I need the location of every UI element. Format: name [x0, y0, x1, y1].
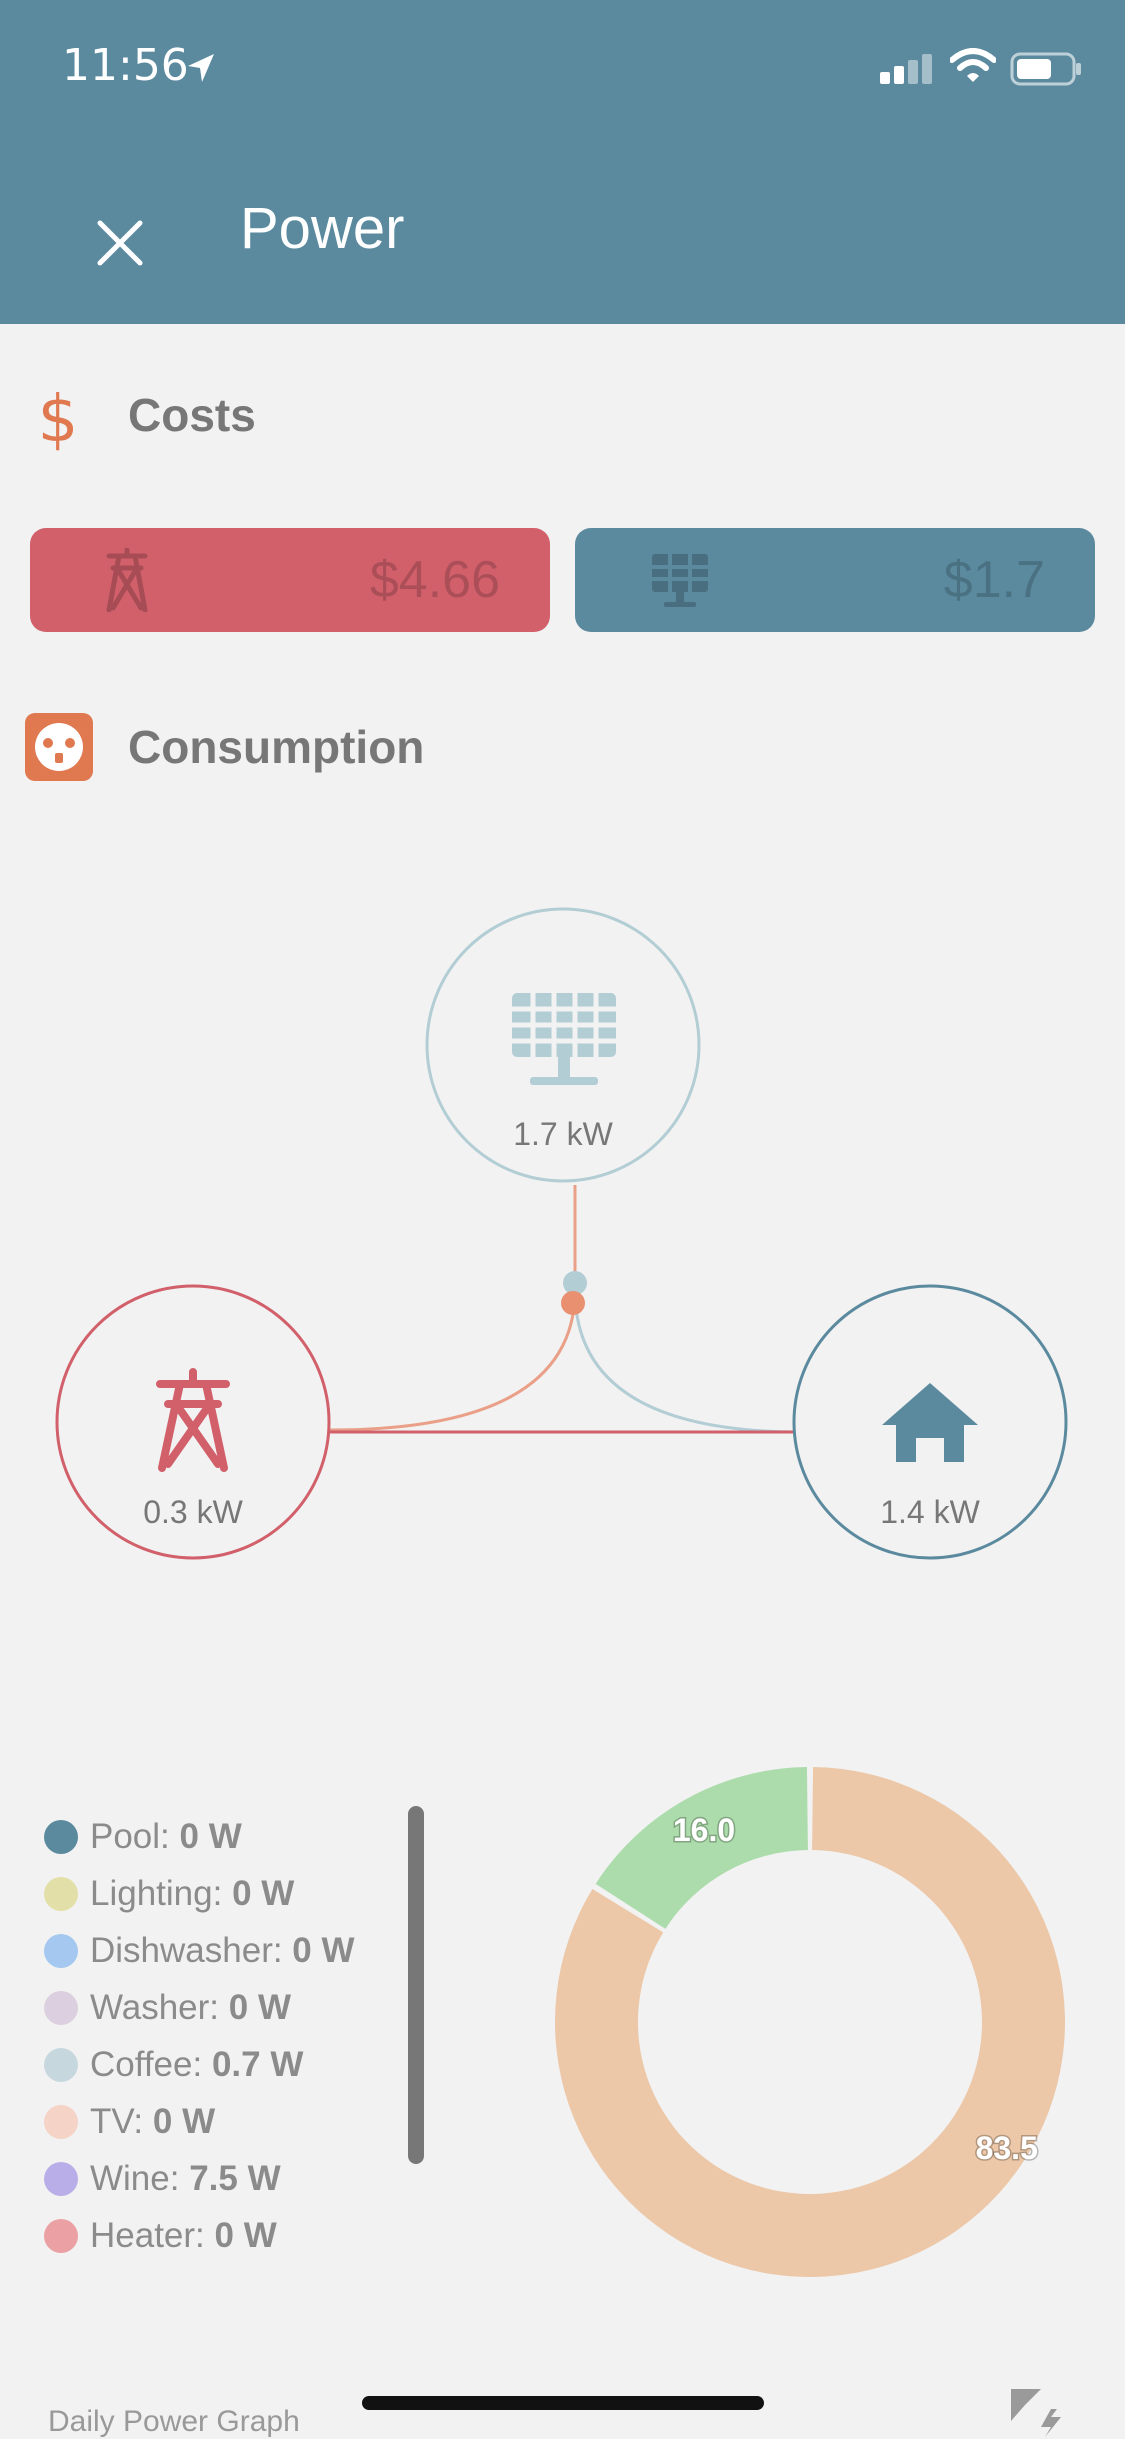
legend-item: Wine: 7.5 W — [40, 2150, 370, 2207]
close-button[interactable] — [92, 215, 148, 271]
legend-label: Coffee: — [90, 2045, 212, 2084]
donut-data-label: 16.0 — [673, 1812, 735, 1848]
legend-value: 0 W — [292, 1931, 355, 1970]
legend-color-dot — [44, 1934, 78, 1968]
legend-item: Coffee: 0.7 W — [40, 2036, 370, 2093]
legend-label: Wine: — [90, 2159, 190, 2198]
legend-item: TV: 0 W — [40, 2093, 370, 2150]
legend-value: 0 W — [228, 1988, 291, 2027]
house-node-icon — [882, 1383, 978, 1462]
status-time: 11:56 — [62, 40, 189, 91]
svg-text:$: $ — [38, 385, 79, 451]
legend-label: TV: — [90, 2102, 153, 2141]
wifi-icon — [950, 48, 996, 82]
legend-item: Washer: 0 W — [40, 1979, 370, 2036]
power-tower-node-icon — [156, 1368, 230, 1472]
power-flow-diagram — [55, 907, 1068, 1560]
legend-scrollbar[interactable] — [408, 1806, 424, 2164]
legend-value: 0 W — [179, 1817, 242, 1856]
legend-value: 0 W — [214, 2216, 277, 2255]
consumption-donut-chart: 83.5 16.0 — [555, 1767, 1065, 2277]
daily-power-graph-title: Daily Power Graph — [48, 2405, 300, 2438]
legend-color-dot — [44, 1991, 78, 2025]
donut-data-label: 83.5 — [976, 2130, 1038, 2166]
legend-color-dot — [44, 1820, 78, 1854]
costs-title: Costs — [128, 389, 256, 441]
legend-item: Heater: 0 W — [40, 2207, 370, 2264]
grid-cost-button[interactable]: $4.66 — [30, 528, 550, 632]
legend-color-dot — [44, 2048, 78, 2082]
expand-chart-icon[interactable] — [1005, 2385, 1075, 2437]
legend-value: 0 W — [232, 1874, 295, 1913]
legend-color-dot — [44, 2105, 78, 2139]
cellular-signal-icon — [880, 54, 932, 84]
legend-label: Heater: — [90, 2216, 215, 2255]
grid-cost-value: $4.66 — [369, 551, 500, 609]
power-tower-icon — [106, 548, 148, 612]
home-indicator — [362, 2396, 764, 2410]
home-power-value: 1.4 kW — [880, 1494, 980, 1530]
app-header: 11:56 Power — [0, 0, 1125, 324]
solar-power-value: 1.7 kW — [513, 1116, 613, 1152]
power-outlet-icon — [25, 713, 93, 781]
legend-color-dot — [44, 2219, 78, 2253]
legend-item: Dishwasher: 0 W — [40, 1922, 370, 1979]
legend-label: Washer: — [90, 1988, 229, 2027]
grid-flow-dot — [561, 1291, 585, 1315]
location-arrow-icon — [188, 54, 214, 82]
legend-value: 0.7 W — [211, 2045, 304, 2084]
legend-label: Pool: — [90, 1817, 180, 1856]
dollar-icon: $ — [38, 385, 79, 451]
device-legend[interactable]: Pool: 0 W Lighting: 0 W Dishwasher: 0 W Was… — [40, 1808, 370, 2264]
legend-color-dot — [44, 1877, 78, 1911]
legend-item: Pool: 0 W — [40, 1808, 370, 1865]
legend-value: 0 W — [152, 2102, 216, 2141]
consumption-title: Consumption — [128, 721, 425, 773]
legend-label: Lighting: — [90, 1874, 233, 1913]
page-title: Power — [240, 196, 405, 261]
solar-panel-icon — [652, 554, 708, 607]
grid-power-value: 0.3 kW — [143, 1494, 243, 1530]
legend-label: Dishwasher: — [90, 1931, 293, 1970]
legend-value: 7.5 W — [189, 2159, 281, 2198]
solar-cost-value: $1.7 — [943, 551, 1045, 609]
legend-item: Lighting: 0 W — [40, 1865, 370, 1922]
legend-color-dot — [44, 2162, 78, 2196]
solar-cost-button[interactable]: $1.7 — [575, 528, 1095, 632]
battery-icon — [1010, 52, 1081, 86]
